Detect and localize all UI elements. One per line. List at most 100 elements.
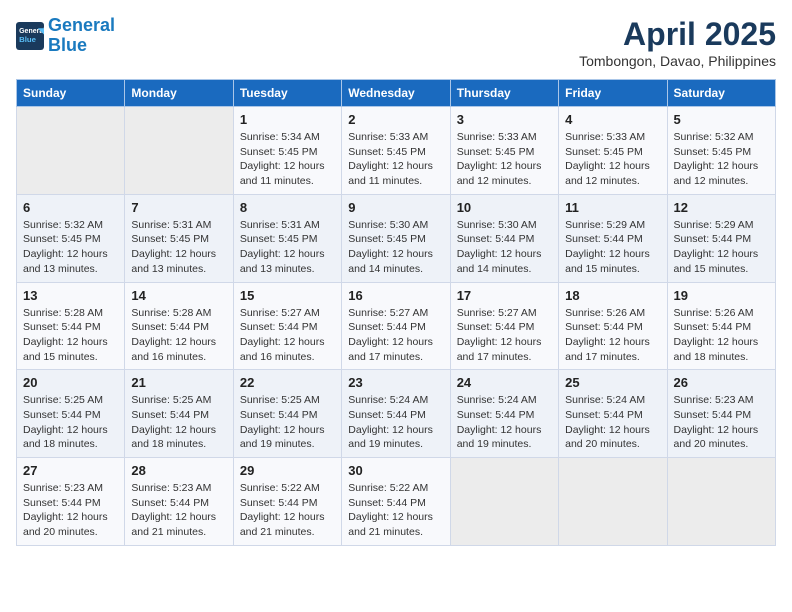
week-row-3: 13 Sunrise: 5:28 AMSunset: 5:44 PMDayligh… <box>17 282 776 370</box>
day-info: Sunrise: 5:24 AMSunset: 5:44 PMDaylight:… <box>457 393 552 452</box>
day-cell: 23 Sunrise: 5:24 AMSunset: 5:44 PMDayligh… <box>342 370 450 458</box>
day-cell: 21 Sunrise: 5:25 AMSunset: 5:44 PMDayligh… <box>125 370 233 458</box>
day-cell: 6 Sunrise: 5:32 AMSunset: 5:45 PMDaylight… <box>17 194 125 282</box>
col-header-friday: Friday <box>559 80 667 107</box>
day-cell: 22Sunrise: 5:25 AMSunset: 5:44 PMDayligh… <box>233 370 341 458</box>
day-cell: 2Sunrise: 5:33 AMSunset: 5:45 PMDaylight… <box>342 107 450 195</box>
calendar-title: April 2025 <box>579 16 776 53</box>
day-info: Sunrise: 5:32 AMSunset: 5:45 PMDaylight:… <box>674 130 769 189</box>
day-number: 18 <box>565 288 660 303</box>
day-cell: 1Sunrise: 5:34 AMSunset: 5:45 PMDaylight… <box>233 107 341 195</box>
day-number: 4 <box>565 112 660 127</box>
day-info: Sunrise: 5:23 AMSunset: 5:44 PMDaylight:… <box>674 393 769 452</box>
day-number: 8 <box>240 200 335 215</box>
day-info: Sunrise: 5:28 AMSunset: 5:44 PMDaylight:… <box>23 306 118 365</box>
day-info: Sunrise: 5:29 AMSunset: 5:44 PMDaylight:… <box>674 218 769 277</box>
calendar-table: SundayMondayTuesdayWednesdayThursdayFrid… <box>16 79 776 546</box>
day-cell: 20 Sunrise: 5:25 AMSunset: 5:44 PMDayligh… <box>17 370 125 458</box>
day-number: 16 <box>348 288 443 303</box>
day-info: Sunrise: 5:25 AMSunset: 5:44 PMDaylight:… <box>131 393 226 452</box>
day-info: Sunrise: 5:32 AMSunset: 5:45 PMDaylight:… <box>23 218 118 277</box>
day-number: 25 <box>565 375 660 390</box>
day-cell: 18 Sunrise: 5:26 AMSunset: 5:44 PMDayligh… <box>559 282 667 370</box>
day-number: 27 <box>23 463 118 478</box>
day-number: 11 <box>565 200 660 215</box>
day-cell: 5Sunrise: 5:32 AMSunset: 5:45 PMDaylight… <box>667 107 775 195</box>
day-cell: 9 Sunrise: 5:30 AMSunset: 5:45 PMDaylight… <box>342 194 450 282</box>
day-cell: 29 Sunrise: 5:22 AMSunset: 5:44 PMDayligh… <box>233 458 341 546</box>
day-cell: 10Sunrise: 5:30 AMSunset: 5:44 PMDayligh… <box>450 194 558 282</box>
header: General Blue GeneralBlue April 2025 Tomb… <box>16 16 776 69</box>
day-cell: 30 Sunrise: 5:22 AMSunset: 5:44 PMDayligh… <box>342 458 450 546</box>
day-number: 13 <box>23 288 118 303</box>
day-info: Sunrise: 5:26 AMSunset: 5:44 PMDaylight:… <box>674 306 769 365</box>
day-number: 3 <box>457 112 552 127</box>
day-info: Sunrise: 5:33 AMSunset: 5:45 PMDaylight:… <box>457 130 552 189</box>
day-info: Sunrise: 5:27 AMSunset: 5:44 PMDaylight:… <box>457 306 552 365</box>
day-number: 6 <box>23 200 118 215</box>
day-number: 30 <box>348 463 443 478</box>
day-info: Sunrise: 5:25 AMSunset: 5:44 PMDaylight:… <box>240 393 335 452</box>
day-number: 10 <box>457 200 552 215</box>
col-header-saturday: Saturday <box>667 80 775 107</box>
col-header-wednesday: Wednesday <box>342 80 450 107</box>
logo-icon: General Blue <box>16 22 44 50</box>
logo-name: GeneralBlue <box>48 16 115 56</box>
day-cell: 15 Sunrise: 5:27 AMSunset: 5:44 PMDayligh… <box>233 282 341 370</box>
day-info: Sunrise: 5:25 AMSunset: 5:44 PMDaylight:… <box>23 393 118 452</box>
week-row-4: 20 Sunrise: 5:25 AMSunset: 5:44 PMDayligh… <box>17 370 776 458</box>
day-info: Sunrise: 5:22 AMSunset: 5:44 PMDaylight:… <box>348 481 443 540</box>
col-header-monday: Monday <box>125 80 233 107</box>
day-number: 7 <box>131 200 226 215</box>
day-number: 14 <box>131 288 226 303</box>
day-info: Sunrise: 5:30 AMSunset: 5:45 PMDaylight:… <box>348 218 443 277</box>
day-cell: 17Sunrise: 5:27 AMSunset: 5:44 PMDayligh… <box>450 282 558 370</box>
day-info: Sunrise: 5:31 AMSunset: 5:45 PMDaylight:… <box>240 218 335 277</box>
day-number: 9 <box>348 200 443 215</box>
day-info: Sunrise: 5:23 AMSunset: 5:44 PMDaylight:… <box>131 481 226 540</box>
day-info: Sunrise: 5:24 AMSunset: 5:44 PMDaylight:… <box>565 393 660 452</box>
day-number: 23 <box>348 375 443 390</box>
day-cell <box>559 458 667 546</box>
day-cell: 28Sunrise: 5:23 AMSunset: 5:44 PMDayligh… <box>125 458 233 546</box>
day-number: 15 <box>240 288 335 303</box>
day-cell: 27 Sunrise: 5:23 AMSunset: 5:44 PMDayligh… <box>17 458 125 546</box>
day-number: 21 <box>131 375 226 390</box>
day-cell <box>125 107 233 195</box>
week-row-1: 1Sunrise: 5:34 AMSunset: 5:45 PMDaylight… <box>17 107 776 195</box>
week-row-5: 27 Sunrise: 5:23 AMSunset: 5:44 PMDayligh… <box>17 458 776 546</box>
col-header-thursday: Thursday <box>450 80 558 107</box>
day-cell: 3 Sunrise: 5:33 AMSunset: 5:45 PMDaylight… <box>450 107 558 195</box>
day-cell: 12Sunrise: 5:29 AMSunset: 5:44 PMDayligh… <box>667 194 775 282</box>
day-cell: 25 Sunrise: 5:24 AMSunset: 5:44 PMDayligh… <box>559 370 667 458</box>
day-info: Sunrise: 5:29 AMSunset: 5:44 PMDaylight:… <box>565 218 660 277</box>
day-info: Sunrise: 5:28 AMSunset: 5:44 PMDaylight:… <box>131 306 226 365</box>
day-info: Sunrise: 5:24 AMSunset: 5:44 PMDaylight:… <box>348 393 443 452</box>
day-info: Sunrise: 5:26 AMSunset: 5:44 PMDaylight:… <box>565 306 660 365</box>
day-cell: 14 Sunrise: 5:28 AMSunset: 5:44 PMDayligh… <box>125 282 233 370</box>
day-info: Sunrise: 5:33 AMSunset: 5:45 PMDaylight:… <box>565 130 660 189</box>
day-cell: 26 Sunrise: 5:23 AMSunset: 5:44 PMDayligh… <box>667 370 775 458</box>
day-number: 26 <box>674 375 769 390</box>
title-area: April 2025 Tombongon, Davao, Philippines <box>579 16 776 69</box>
day-info: Sunrise: 5:23 AMSunset: 5:44 PMDaylight:… <box>23 481 118 540</box>
day-cell <box>17 107 125 195</box>
day-cell: 19Sunrise: 5:26 AMSunset: 5:44 PMDayligh… <box>667 282 775 370</box>
day-info: Sunrise: 5:27 AMSunset: 5:44 PMDaylight:… <box>240 306 335 365</box>
calendar-header-row: SundayMondayTuesdayWednesdayThursdayFrid… <box>17 80 776 107</box>
day-cell: 8 Sunrise: 5:31 AMSunset: 5:45 PMDaylight… <box>233 194 341 282</box>
day-cell: 4 Sunrise: 5:33 AMSunset: 5:45 PMDaylight… <box>559 107 667 195</box>
day-number: 20 <box>23 375 118 390</box>
day-cell: 7Sunrise: 5:31 AMSunset: 5:45 PMDaylight… <box>125 194 233 282</box>
day-info: Sunrise: 5:27 AMSunset: 5:44 PMDaylight:… <box>348 306 443 365</box>
day-cell <box>450 458 558 546</box>
day-number: 29 <box>240 463 335 478</box>
logo: General Blue GeneralBlue <box>16 16 115 56</box>
day-cell: 13 Sunrise: 5:28 AMSunset: 5:44 PMDayligh… <box>17 282 125 370</box>
calendar-subtitle: Tombongon, Davao, Philippines <box>579 53 776 69</box>
day-number: 1 <box>240 112 335 127</box>
day-cell <box>667 458 775 546</box>
week-row-2: 6 Sunrise: 5:32 AMSunset: 5:45 PMDaylight… <box>17 194 776 282</box>
day-info: Sunrise: 5:22 AMSunset: 5:44 PMDaylight:… <box>240 481 335 540</box>
col-header-sunday: Sunday <box>17 80 125 107</box>
